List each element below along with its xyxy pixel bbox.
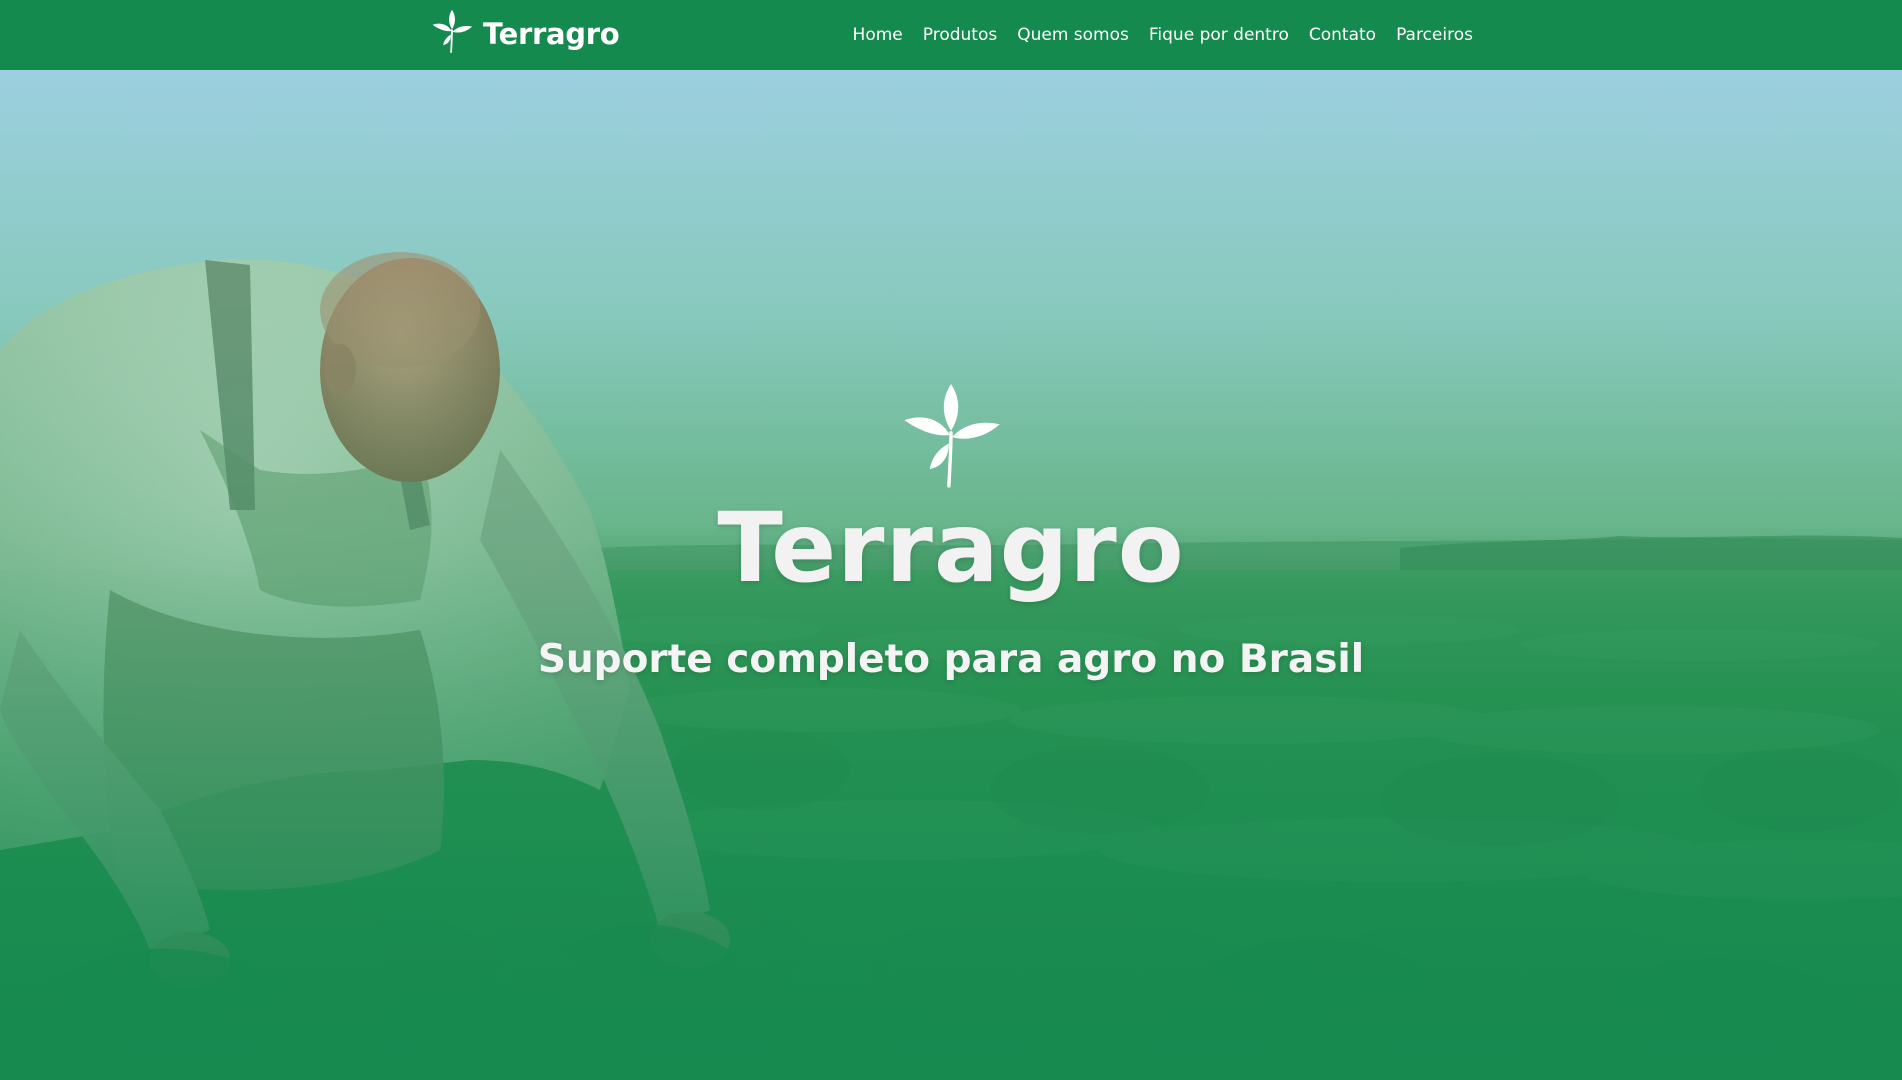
brand-name: Terragro — [483, 17, 620, 51]
nav-link-produtos[interactable]: Produtos — [923, 25, 997, 45]
nav-link-quem-somos[interactable]: Quem somos — [1017, 25, 1129, 45]
nav-link-fique-por-dentro[interactable]: Fique por dentro — [1149, 25, 1289, 45]
navbar: Terragro Home Produtos Quem somos Fique … — [0, 0, 1902, 70]
hero-subtitle: Suporte completo para agro no Brasil — [537, 637, 1365, 682]
sprout-icon — [904, 384, 1000, 488]
nav-link-home[interactable]: Home — [853, 25, 903, 45]
landing-page: Terragro Home Produtos Quem somos Fique … — [0, 0, 1902, 1080]
hero-title: Terragro — [717, 492, 1185, 604]
sprout-icon — [432, 9, 473, 53]
nav-link-contato[interactable]: Contato — [1309, 25, 1376, 45]
nav-item-produtos: Produtos — [923, 25, 997, 45]
nav-item-home: Home — [853, 25, 903, 45]
nav-menu: Home Produtos Quem somos Fique por dentr… — [833, 0, 1473, 70]
nav-item-parceiros: Parceiros — [1396, 25, 1473, 45]
hero-content: Terragro Suporte completo para agro no B… — [0, 70, 1902, 1080]
nav-item-contato: Contato — [1309, 25, 1376, 45]
hero-section: Terragro Suporte completo para agro no B… — [0, 70, 1902, 1080]
nav-item-fique-por-dentro: Fique por dentro — [1149, 25, 1289, 45]
nav-item-quem-somos: Quem somos — [1017, 25, 1129, 45]
nav-link-parceiros[interactable]: Parceiros — [1396, 25, 1473, 45]
brand-logo-link[interactable]: Terragro — [430, 8, 620, 54]
